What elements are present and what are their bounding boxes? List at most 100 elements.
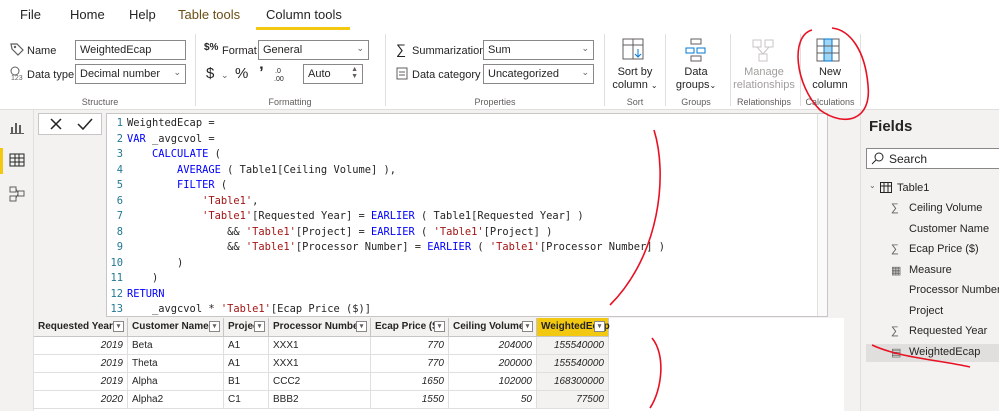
editor-scrollbar[interactable] <box>817 114 827 316</box>
tab-table-tools[interactable]: Table tools <box>178 7 240 22</box>
table-cell: CCC2 <box>269 373 371 391</box>
tab-help[interactable]: Help <box>129 7 156 22</box>
data-groups-button[interactable]: Data groups⌄ <box>671 66 721 92</box>
decimal-places-field[interactable]: Auto ▲ ▼ <box>303 64 363 84</box>
line-number: 1 <box>116 117 123 129</box>
code-token: 'Table1' <box>202 194 253 207</box>
code-token: , <box>252 194 259 207</box>
group-label-formatting: Formatting <box>268 97 312 107</box>
column-header-label: Ecap Price ($) <box>375 321 442 332</box>
code-token: EARLIER <box>370 225 415 238</box>
model-view-icon[interactable] <box>9 186 25 202</box>
field-item[interactable]: Customer Name <box>866 221 999 239</box>
table-cell: 200000 <box>449 355 537 373</box>
format-icon: $% <box>204 42 219 53</box>
field-item[interactable]: ∑ Ceiling Volume <box>866 200 999 218</box>
tab-file[interactable]: File <box>20 7 41 22</box>
filter-dropdown-icon[interactable]: ▾ <box>254 321 265 332</box>
table-cell: 168300000 <box>537 373 609 391</box>
code-token: 'Table1' <box>433 225 484 238</box>
code-token: && <box>127 241 246 253</box>
table-cell: Alpha2 <box>128 391 224 409</box>
summarization-select[interactable]: Sum ⌄ <box>483 40 594 60</box>
data-type-select[interactable]: Decimal number ⌄ <box>75 64 186 84</box>
sigma-icon: ∑ <box>396 41 406 57</box>
code-token: [Project] ) <box>483 225 553 238</box>
data-type-icon: 123 <box>10 66 23 81</box>
chevron-down-icon: ⌄ <box>356 43 364 53</box>
comma-button[interactable]: ’ <box>259 63 264 83</box>
table-cell: BBB2 <box>269 391 371 409</box>
code-text: _avgcvol * 'Table1'[Ecap Price ($)] <box>127 303 371 315</box>
code-token: ( <box>214 179 228 191</box>
group-separator <box>860 34 861 106</box>
code-token: [Processor Number] ) <box>539 241 666 253</box>
tab-home[interactable]: Home <box>70 7 105 22</box>
field-item[interactable]: ▦ Measure <box>866 262 999 280</box>
tag-icon <box>10 43 24 56</box>
code-token: 'Table1' <box>245 225 296 238</box>
column-header[interactable]: Customer Name ▾ <box>128 318 224 337</box>
column-header[interactable]: Project ▾ <box>224 318 269 337</box>
percent-button[interactable]: % <box>235 65 248 82</box>
column-header[interactable]: Ecap Price ($) ▾ <box>371 318 449 337</box>
filter-dropdown-icon[interactable]: ▾ <box>113 321 124 332</box>
summarization-label: Summarization <box>412 45 486 57</box>
svg-text:123: 123 <box>11 75 23 81</box>
new-column-label-1: New <box>818 66 841 78</box>
column-header[interactable]: Processor Number ▾ <box>269 318 371 337</box>
code-token: VAR <box>127 132 146 145</box>
currency-button[interactable]: $ <box>206 65 214 82</box>
fields-title: Fields <box>869 118 913 135</box>
new-column-button[interactable]: New column <box>805 66 855 92</box>
fields-search-input[interactable]: Search <box>866 148 999 169</box>
column-header[interactable]: WeightedEcap ▾ <box>537 318 610 337</box>
svg-text:.0: .0 <box>275 68 281 75</box>
code-token: && <box>127 225 246 238</box>
manage-relationships-button[interactable]: Manage relationships <box>732 66 796 92</box>
sort-by-column-button[interactable]: Sort by column ⌄ <box>610 66 660 92</box>
chevron-down-icon: ⌄ <box>581 67 589 77</box>
data-table: Requested Year ▾ Customer Name ▾ Project ▾ Pro… <box>34 318 844 411</box>
report-view-icon[interactable] <box>9 119 25 135</box>
chevron-down-icon: ⌄ <box>581 43 589 53</box>
field-item[interactable]: Project <box>866 303 999 321</box>
code-token: [Project] = <box>295 225 371 238</box>
filter-dropdown-icon[interactable]: ▾ <box>594 321 605 332</box>
name-field[interactable]: WeightedEcap <box>75 40 186 60</box>
code-text: WeightedEcap = <box>127 117 215 129</box>
code-token: ( <box>208 148 221 160</box>
column-header[interactable]: Ceiling Volume ▾ <box>449 318 537 337</box>
field-item[interactable]: ∑ Requested Year <box>866 323 999 341</box>
svg-text:.00: .00 <box>274 76 284 83</box>
sigma-icon: ∑ <box>891 202 899 214</box>
formula-editor[interactable]: 1 WeightedEcap = 2 VAR _avgcvol = 3 CALCULAT… <box>106 113 828 317</box>
table-cell: 2019 <box>34 373 128 391</box>
column-header[interactable]: Requested Year ▾ <box>34 318 128 337</box>
data-view-icon[interactable] <box>9 152 25 168</box>
filter-dropdown-icon[interactable]: ▾ <box>434 321 445 332</box>
field-item[interactable]: Processor Number <box>866 282 999 300</box>
line-number: 10 <box>110 256 123 269</box>
summarization-value: Sum <box>488 44 511 56</box>
manage-relationships-icon <box>752 39 774 62</box>
field-table-table1[interactable]: ⌄ Table1 <box>869 180 999 196</box>
filter-dropdown-icon[interactable]: ▾ <box>522 321 533 332</box>
menu-bar: File Home Help Table tools Column tools <box>0 0 999 32</box>
field-item[interactable]: ▤ WeightedEcap <box>866 343 999 362</box>
cancel-icon[interactable] <box>49 117 63 131</box>
table-cell: A1 <box>224 355 269 373</box>
field-item[interactable]: ∑ Ecap Price ($) <box>866 241 999 259</box>
filter-dropdown-icon[interactable]: ▾ <box>356 321 367 332</box>
table-cell: 204000 <box>449 337 537 355</box>
name-label: Name <box>27 45 57 57</box>
format-select[interactable]: General ⌄ <box>258 40 369 60</box>
decrease-decimals-icon[interactable]: .0.00 <box>272 65 290 83</box>
formula-actions <box>38 113 102 135</box>
code-text: && 'Table1'[Project] = EARLIER ( 'Table1… <box>127 226 552 238</box>
filter-dropdown-icon[interactable]: ▾ <box>209 321 220 332</box>
data-category-select[interactable]: Uncategorized ⌄ <box>483 64 594 84</box>
tab-column-tools[interactable]: Column tools <box>266 7 342 22</box>
commit-icon[interactable] <box>77 117 93 131</box>
